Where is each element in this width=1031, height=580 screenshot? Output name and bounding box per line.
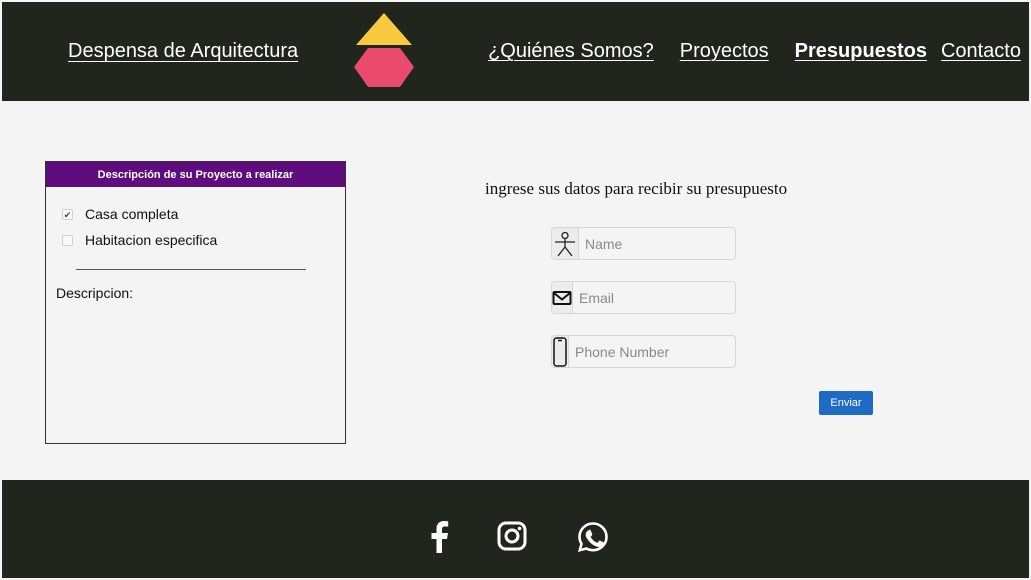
brand-link[interactable]: Despensa de Arquitectura — [68, 40, 298, 63]
email-field — [551, 281, 736, 314]
stacked-triangle-hexagon-logo-icon[interactable] — [354, 13, 414, 89]
panel-title: Descripción de su Proyecto a realizar — [46, 162, 345, 187]
site-header: Despensa de Arquitectura ¿Quiénes Somos?… — [2, 2, 1029, 101]
nav-quienes-somos[interactable]: ¿Quiénes Somos? — [488, 40, 654, 63]
facebook-icon[interactable] — [428, 521, 450, 553]
option-casa-completa[interactable]: ✔ Casa completa — [62, 206, 178, 222]
option-label: Casa completa — [85, 206, 179, 222]
email-input[interactable] — [573, 282, 735, 313]
enviar-button[interactable]: Enviar — [819, 391, 873, 415]
main-nav: ¿Quiénes Somos? Proyectos Presupuestos C… — [488, 40, 1021, 63]
phone-input[interactable] — [569, 336, 735, 367]
name-field — [551, 227, 736, 260]
project-description-panel: Descripción de su Proyecto a realizar ✔ … — [45, 161, 346, 444]
instagram-icon[interactable] — [497, 521, 527, 551]
option-habitacion-especifica[interactable]: Habitacion especifica — [62, 232, 217, 248]
envelope-icon — [552, 282, 573, 313]
nav-presupuestos[interactable]: Presupuestos — [795, 40, 927, 63]
habitacion-especifica-checkbox[interactable] — [62, 234, 73, 246]
page: Despensa de Arquitectura ¿Quiénes Somos?… — [2, 2, 1029, 578]
nav-proyectos[interactable]: Proyectos — [680, 40, 769, 63]
person-icon — [552, 228, 579, 259]
phone-icon — [552, 336, 569, 367]
description-label: Descripcion: — [56, 285, 134, 301]
divider — [76, 269, 306, 270]
whatsapp-icon[interactable] — [577, 521, 609, 553]
form-title: ingrese sus datos para recibir su presup… — [485, 179, 788, 198]
option-label: Habitacion especifica — [85, 232, 218, 248]
name-input[interactable] — [579, 228, 735, 259]
nav-contacto[interactable]: Contacto — [941, 40, 1021, 63]
site-footer — [2, 480, 1029, 578]
casa-completa-checkbox[interactable]: ✔ — [62, 208, 73, 220]
phone-field — [551, 335, 736, 368]
